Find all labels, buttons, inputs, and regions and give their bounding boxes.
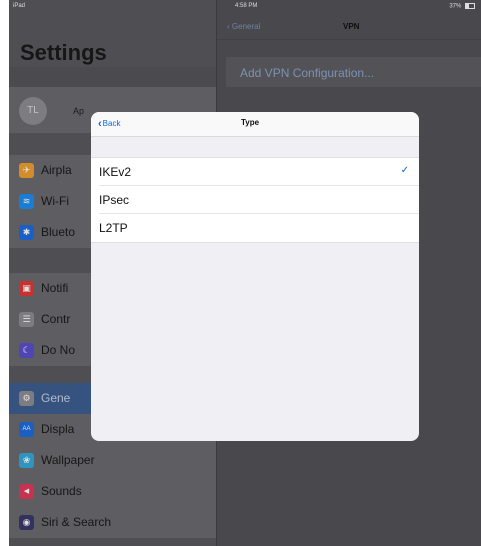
status-bar: iPad 4:58 PM 37% — [9, 0, 481, 14]
device-label: iPad — [13, 3, 26, 9]
battery-indicator: 37% — [449, 3, 475, 10]
back-label: Back — [102, 119, 121, 128]
option-label: IKEv2 — [99, 165, 132, 179]
popover-navbar: ‹Back Type — [91, 112, 419, 137]
option-label: L2TP — [99, 221, 128, 235]
ipad-frame: iPad 4:58 PM 37% Settings TL Ap ✈ Airpla — [9, 0, 481, 546]
ipad-screen: iPad 4:58 PM 37% Settings TL Ap ✈ Airpla — [9, 0, 481, 546]
type-popover: ‹Back Type IKEv2 ✓ IPsec L2TP — [91, 112, 419, 441]
vpn-type-options: IKEv2 ✓ IPsec L2TP — [91, 157, 419, 243]
popover-title: Type — [241, 118, 260, 127]
battery-icon — [465, 3, 475, 9]
option-label: IPsec — [99, 193, 130, 207]
option-ikev2[interactable]: IKEv2 ✓ — [91, 158, 419, 186]
battery-percent: 37% — [449, 3, 462, 10]
back-button[interactable]: ‹Back — [98, 118, 120, 130]
option-ipsec[interactable]: IPsec — [91, 186, 419, 214]
option-l2tp[interactable]: L2TP — [91, 214, 419, 242]
checkmark-icon: ✓ — [400, 165, 409, 176]
chevron-left-icon: ‹ — [98, 118, 102, 130]
status-time: 4:58 PM — [235, 3, 258, 9]
